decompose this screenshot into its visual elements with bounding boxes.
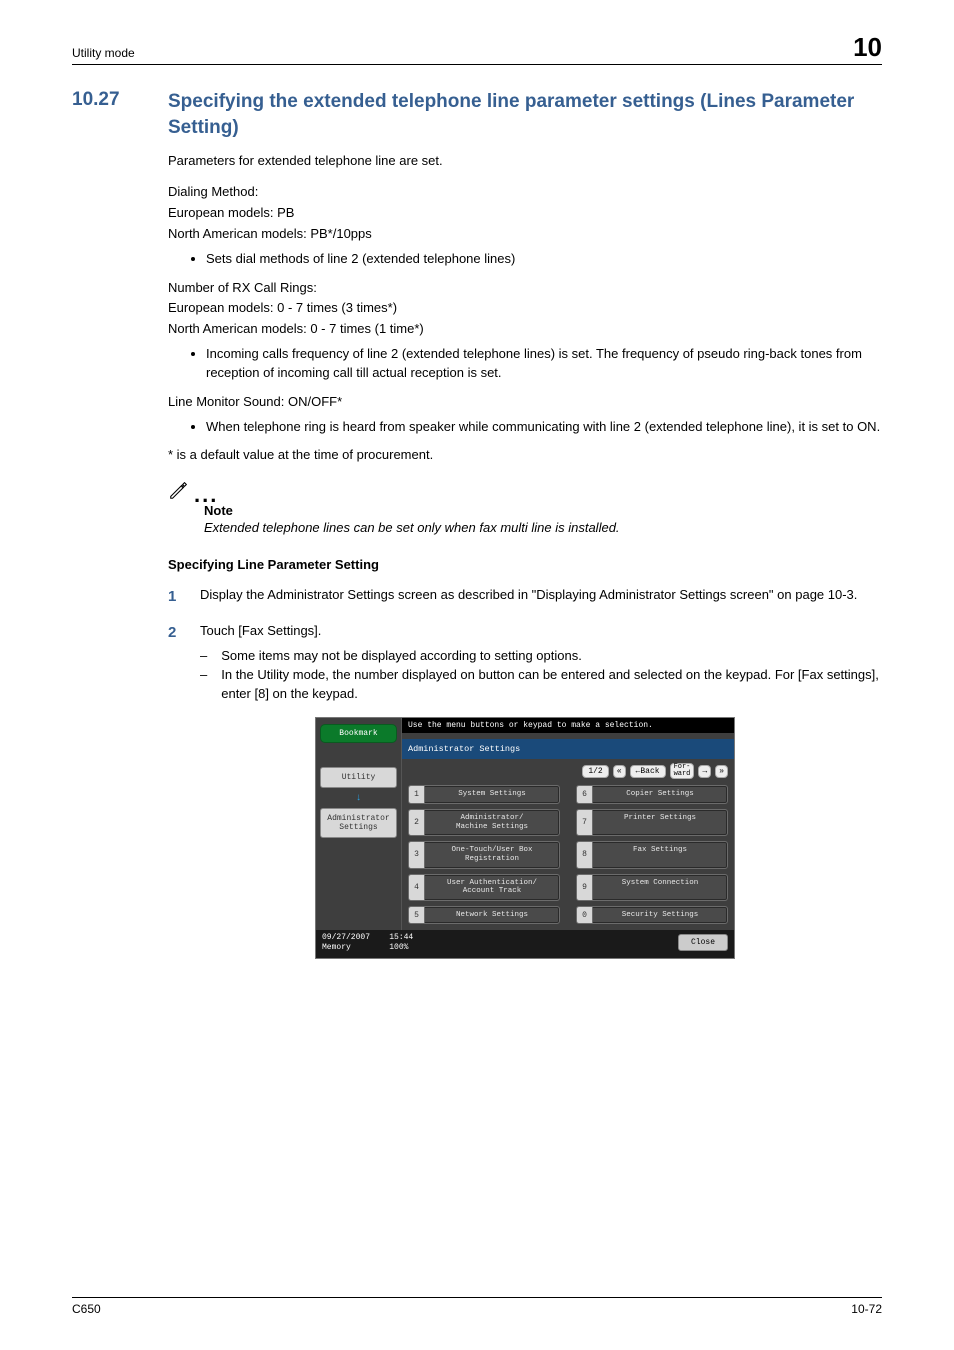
footer-time: 15:44 [389,933,413,942]
menu-button-1[interactable]: 1System Settings [408,785,560,804]
dial-na: North American models: PB*/10pps [168,225,882,244]
monitor-bullet: When telephone ring is heard from speake… [206,418,882,437]
footer-page: 10-72 [851,1302,882,1316]
close-button[interactable]: Close [678,934,728,951]
menu-button-number: 2 [409,810,425,835]
footer-date: 09/27/2007 [322,933,370,942]
menu-button-label: Printer Settings [593,810,727,835]
menu-button-number: 5 [409,907,425,924]
rx-eu: European models: 0 - 7 times (3 times*) [168,299,882,318]
menu-button-3[interactable]: 3One-Touch/User Box Registration [408,841,560,868]
nav-next-icon[interactable]: → [698,765,711,778]
menu-button-number: 8 [577,842,593,867]
menu-button-0[interactable]: 0Security Settings [576,906,728,925]
admin-settings-crumb[interactable]: Administrator Settings [320,808,397,838]
menu-button-label: User Authentication/ Account Track [425,875,559,900]
menu-button-number: 0 [577,907,593,924]
arrow-down-icon: ↓ [320,794,397,804]
step-2-dash-b: In the Utility mode, the number displaye… [221,666,882,704]
footer-memory-label: Memory [322,943,351,952]
menu-button-number: 4 [409,875,425,900]
menu-button-label: Administrator/ Machine Settings [425,810,559,835]
footer-memory-value: 100% [389,943,408,952]
menu-button-label: Fax Settings [593,842,727,867]
subheading: Specifying Line Parameter Setting [168,557,882,572]
note-text: Extended telephone lines can be set only… [204,520,882,535]
menu-button-7[interactable]: 7Printer Settings [576,809,728,836]
chapter-number: 10 [853,34,882,60]
menu-button-9[interactable]: 9System Connection [576,874,728,901]
section-title: Specifying the extended telephone line p… [168,89,882,140]
menu-button-label: System Connection [593,875,727,900]
menu-button-label: One-Touch/User Box Registration [425,842,559,867]
note-dots-icon: ... [194,488,218,501]
rx-heading: Number of RX Call Rings: [168,279,882,298]
back-button[interactable]: ←Back [630,765,666,778]
step-1-text: Display the Administrator Settings scree… [200,586,882,608]
note-icon [168,479,190,501]
intro-para: Parameters for extended telephone line a… [168,152,882,171]
monitor-heading: Line Monitor Sound: ON/OFF* [168,393,882,412]
admin-settings-screenshot: Bookmark Utility ↓ Administrator Setting… [315,717,735,958]
forward-button[interactable]: For- ward [670,763,695,779]
menu-button-label: Copier Settings [593,786,727,803]
menu-button-label: Security Settings [593,907,727,924]
step-number-2: 2 [168,622,182,703]
dial-bullet: Sets dial methods of line 2 (extended te… [206,250,882,269]
menu-button-label: System Settings [425,786,559,803]
utility-button[interactable]: Utility [320,767,397,788]
rx-bullet: Incoming calls frequency of line 2 (exte… [206,345,882,383]
nav-last-icon[interactable]: » [715,765,728,778]
panel-title: Administrator Settings [402,739,734,759]
menu-button-4[interactable]: 4User Authentication/ Account Track [408,874,560,901]
note-label: Note [204,503,882,518]
default-note: * is a default value at the time of proc… [168,446,882,465]
instruction-text: Use the menu buttons or keypad to make a… [402,718,734,733]
dial-eu: European models: PB [168,204,882,223]
menu-button-5[interactable]: 5Network Settings [408,906,560,925]
step-number-1: 1 [168,586,182,608]
running-head-left: Utility mode [72,46,135,60]
header-rule [72,64,882,65]
footer-model: C650 [72,1302,101,1316]
rx-na: North American models: 0 - 7 times (1 ti… [168,320,882,339]
section-number: 10.27 [72,89,156,140]
menu-button-8[interactable]: 8Fax Settings [576,841,728,868]
menu-button-number: 7 [577,810,593,835]
step-2-intro: Touch [Fax Settings]. [200,622,882,641]
footer-rule [72,1297,882,1298]
bookmark-button[interactable]: Bookmark [320,724,397,743]
menu-button-number: 3 [409,842,425,867]
menu-button-number: 1 [409,786,425,803]
dial-heading: Dialing Method: [168,183,882,202]
menu-button-6[interactable]: 6Copier Settings [576,785,728,804]
menu-button-number: 9 [577,875,593,900]
menu-button-2[interactable]: 2Administrator/ Machine Settings [408,809,560,836]
step-2-dash-a: Some items may not be displayed accordin… [221,647,582,666]
nav-first-icon[interactable]: « [613,765,626,778]
menu-button-label: Network Settings [425,907,559,924]
page-indicator: 1/2 [582,765,608,778]
menu-button-number: 6 [577,786,593,803]
